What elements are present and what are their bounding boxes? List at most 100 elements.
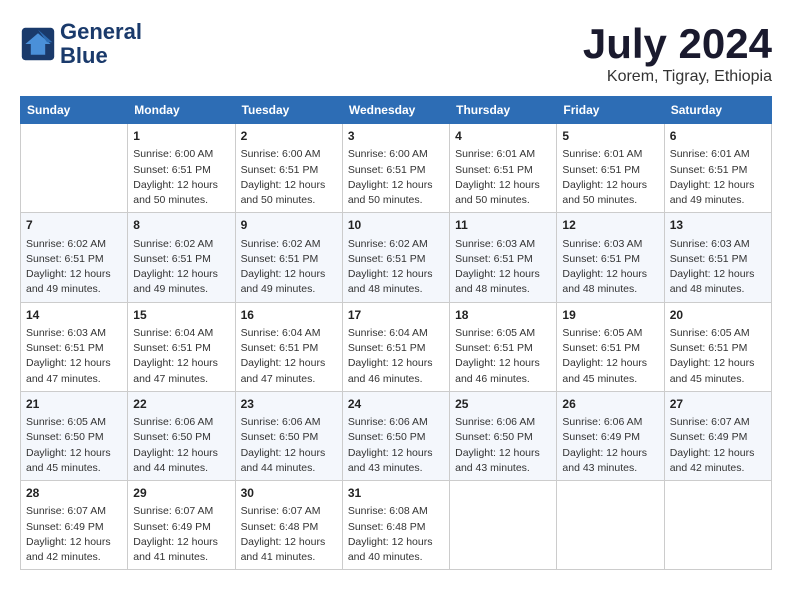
day-number: 4 — [455, 128, 551, 145]
day-info: Sunrise: 6:04 AM Sunset: 6:51 PM Dayligh… — [241, 326, 337, 387]
day-number: 8 — [133, 217, 229, 234]
logo-text: General Blue — [60, 20, 142, 68]
day-cell: 26 Sunrise: 6:06 AM Sunset: 6:49 PM Dayli… — [557, 391, 664, 480]
day-number: 15 — [133, 307, 229, 324]
day-info: Sunrise: 6:00 AM Sunset: 6:51 PM Dayligh… — [133, 147, 229, 208]
day-info: Sunrise: 6:04 AM Sunset: 6:51 PM Dayligh… — [348, 326, 444, 387]
week-row-3: 14 Sunrise: 6:03 AM Sunset: 6:51 PM Dayli… — [21, 302, 772, 391]
day-number: 25 — [455, 396, 551, 413]
day-number: 29 — [133, 485, 229, 502]
day-info: Sunrise: 6:01 AM Sunset: 6:51 PM Dayligh… — [562, 147, 658, 208]
week-row-2: 7 Sunrise: 6:02 AM Sunset: 6:51 PM Daylig… — [21, 213, 772, 302]
day-cell: 30 Sunrise: 6:07 AM Sunset: 6:48 PM Dayli… — [235, 481, 342, 570]
day-cell: 1Sunrise: 6:00 AM Sunset: 6:51 PM Daylig… — [128, 124, 235, 213]
header-cell-thursday: Thursday — [450, 97, 557, 124]
day-number: 18 — [455, 307, 551, 324]
header-row: SundayMondayTuesdayWednesdayThursdayFrid… — [21, 97, 772, 124]
day-info: Sunrise: 6:07 AM Sunset: 6:49 PM Dayligh… — [26, 504, 122, 565]
day-number: 3 — [348, 128, 444, 145]
day-cell: 5Sunrise: 6:01 AM Sunset: 6:51 PM Daylig… — [557, 124, 664, 213]
day-number: 12 — [562, 217, 658, 234]
day-cell: 22Sunrise: 6:06 AM Sunset: 6:50 PM Dayli… — [128, 391, 235, 480]
header-cell-wednesday: Wednesday — [342, 97, 449, 124]
day-info: Sunrise: 6:01 AM Sunset: 6:51 PM Dayligh… — [670, 147, 766, 208]
day-cell: 13Sunrise: 6:03 AM Sunset: 6:51 PM Dayli… — [664, 213, 771, 302]
day-info: Sunrise: 6:02 AM Sunset: 6:51 PM Dayligh… — [133, 237, 229, 298]
day-cell: 14 Sunrise: 6:03 AM Sunset: 6:51 PM Dayli… — [21, 302, 128, 391]
day-number: 2 — [241, 128, 337, 145]
day-cell: 24Sunrise: 6:06 AM Sunset: 6:50 PM Dayli… — [342, 391, 449, 480]
day-info: Sunrise: 6:05 AM Sunset: 6:51 PM Dayligh… — [562, 326, 658, 387]
day-info: Sunrise: 6:06 AM Sunset: 6:50 PM Dayligh… — [348, 415, 444, 476]
day-info: Sunrise: 6:02 AM Sunset: 6:51 PM Dayligh… — [241, 237, 337, 298]
day-info: Sunrise: 6:03 AM Sunset: 6:51 PM Dayligh… — [562, 237, 658, 298]
day-info: Sunrise: 6:03 AM Sunset: 6:51 PM Dayligh… — [26, 326, 122, 387]
day-info: Sunrise: 6:02 AM Sunset: 6:51 PM Dayligh… — [26, 237, 122, 298]
day-number: 26 — [562, 396, 658, 413]
day-number: 20 — [670, 307, 766, 324]
day-cell: 10 Sunrise: 6:02 AM Sunset: 6:51 PM Dayli… — [342, 213, 449, 302]
week-row-1: 1Sunrise: 6:00 AM Sunset: 6:51 PM Daylig… — [21, 124, 772, 213]
week-row-4: 21 Sunrise: 6:05 AM Sunset: 6:50 PM Dayli… — [21, 391, 772, 480]
day-info: Sunrise: 6:08 AM Sunset: 6:48 PM Dayligh… — [348, 504, 444, 565]
day-cell: 12 Sunrise: 6:03 AM Sunset: 6:51 PM Dayli… — [557, 213, 664, 302]
day-cell: 9 Sunrise: 6:02 AM Sunset: 6:51 PM Daylig… — [235, 213, 342, 302]
day-cell — [21, 124, 128, 213]
day-info: Sunrise: 6:01 AM Sunset: 6:51 PM Dayligh… — [455, 147, 551, 208]
day-number: 28 — [26, 485, 122, 502]
day-number: 9 — [241, 217, 337, 234]
day-cell: 15 Sunrise: 6:04 AM Sunset: 6:51 PM Dayli… — [128, 302, 235, 391]
day-info: Sunrise: 6:06 AM Sunset: 6:49 PM Dayligh… — [562, 415, 658, 476]
week-row-5: 28 Sunrise: 6:07 AM Sunset: 6:49 PM Dayli… — [21, 481, 772, 570]
day-info: Sunrise: 6:00 AM Sunset: 6:51 PM Dayligh… — [241, 147, 337, 208]
day-cell: 23Sunrise: 6:06 AM Sunset: 6:50 PM Dayli… — [235, 391, 342, 480]
day-info: Sunrise: 6:05 AM Sunset: 6:51 PM Dayligh… — [670, 326, 766, 387]
day-info: Sunrise: 6:02 AM Sunset: 6:51 PM Dayligh… — [348, 237, 444, 298]
day-cell: 3Sunrise: 6:00 AM Sunset: 6:51 PM Daylig… — [342, 124, 449, 213]
day-cell: 6 Sunrise: 6:01 AM Sunset: 6:51 PM Daylig… — [664, 124, 771, 213]
sub-title: Korem, Tigray, Ethiopia — [583, 68, 772, 86]
main-title: July 2024 — [583, 20, 772, 68]
header-cell-monday: Monday — [128, 97, 235, 124]
day-cell: 25Sunrise: 6:06 AM Sunset: 6:50 PM Dayli… — [450, 391, 557, 480]
day-cell: 11 Sunrise: 6:03 AM Sunset: 6:51 PM Dayli… — [450, 213, 557, 302]
day-info: Sunrise: 6:07 AM Sunset: 6:48 PM Dayligh… — [241, 504, 337, 565]
day-number: 30 — [241, 485, 337, 502]
calendar-table: SundayMondayTuesdayWednesdayThursdayFrid… — [20, 96, 772, 570]
header-cell-sunday: Sunday — [21, 97, 128, 124]
day-cell: 29Sunrise: 6:07 AM Sunset: 6:49 PM Dayli… — [128, 481, 235, 570]
day-number: 10 — [348, 217, 444, 234]
logo: General Blue — [20, 20, 142, 68]
day-info: Sunrise: 6:04 AM Sunset: 6:51 PM Dayligh… — [133, 326, 229, 387]
day-cell: 7 Sunrise: 6:02 AM Sunset: 6:51 PM Daylig… — [21, 213, 128, 302]
day-info: Sunrise: 6:07 AM Sunset: 6:49 PM Dayligh… — [670, 415, 766, 476]
day-info: Sunrise: 6:06 AM Sunset: 6:50 PM Dayligh… — [133, 415, 229, 476]
day-info: Sunrise: 6:05 AM Sunset: 6:50 PM Dayligh… — [26, 415, 122, 476]
day-number: 27 — [670, 396, 766, 413]
day-number: 11 — [455, 217, 551, 234]
day-cell: 28 Sunrise: 6:07 AM Sunset: 6:49 PM Dayli… — [21, 481, 128, 570]
day-number: 17 — [348, 307, 444, 324]
day-cell: 18 Sunrise: 6:05 AM Sunset: 6:51 PM Dayli… — [450, 302, 557, 391]
day-cell: 17 Sunrise: 6:04 AM Sunset: 6:51 PM Dayli… — [342, 302, 449, 391]
day-cell: 19Sunrise: 6:05 AM Sunset: 6:51 PM Dayli… — [557, 302, 664, 391]
day-number: 7 — [26, 217, 122, 234]
day-cell — [664, 481, 771, 570]
header-cell-friday: Friday — [557, 97, 664, 124]
day-cell: 20 Sunrise: 6:05 AM Sunset: 6:51 PM Dayli… — [664, 302, 771, 391]
header-cell-tuesday: Tuesday — [235, 97, 342, 124]
day-info: Sunrise: 6:03 AM Sunset: 6:51 PM Dayligh… — [455, 237, 551, 298]
day-info: Sunrise: 6:05 AM Sunset: 6:51 PM Dayligh… — [455, 326, 551, 387]
logo-icon — [20, 26, 56, 62]
page-header: General Blue July 2024 Korem, Tigray, Et… — [20, 20, 772, 86]
title-block: July 2024 Korem, Tigray, Ethiopia — [583, 20, 772, 86]
day-cell: 2 Sunrise: 6:00 AM Sunset: 6:51 PM Daylig… — [235, 124, 342, 213]
day-cell: 31Sunrise: 6:08 AM Sunset: 6:48 PM Dayli… — [342, 481, 449, 570]
day-number: 21 — [26, 396, 122, 413]
day-info: Sunrise: 6:03 AM Sunset: 6:51 PM Dayligh… — [670, 237, 766, 298]
day-cell: 4 Sunrise: 6:01 AM Sunset: 6:51 PM Daylig… — [450, 124, 557, 213]
day-cell: 16Sunrise: 6:04 AM Sunset: 6:51 PM Dayli… — [235, 302, 342, 391]
day-number: 6 — [670, 128, 766, 145]
day-number: 14 — [26, 307, 122, 324]
day-cell — [557, 481, 664, 570]
